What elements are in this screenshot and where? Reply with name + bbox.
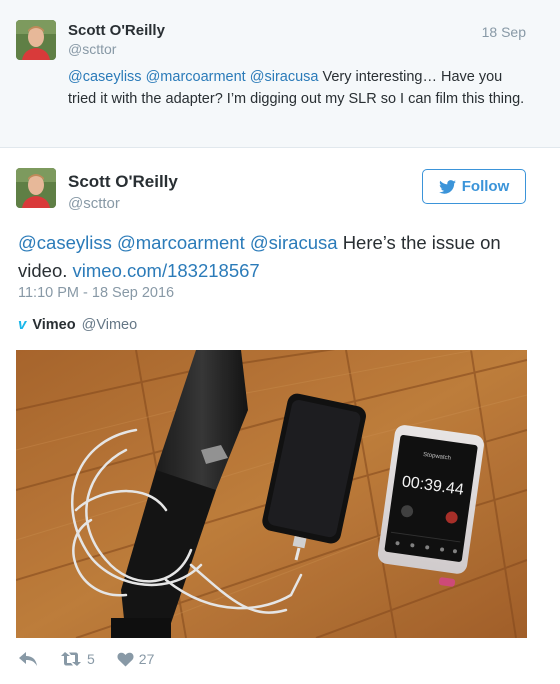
vimeo-icon: v [18, 316, 27, 333]
follow-label: Follow [461, 178, 510, 195]
video-frame-image: Stopwatch 00:39.44 [16, 350, 527, 638]
like-count: 27 [138, 651, 155, 667]
reply-icon [19, 652, 37, 666]
tweet-timestamp[interactable]: 11:10 PM - 18 Sep 2016 [18, 285, 174, 301]
parent-tweet-text: @caseyliss @marcoarment @siracusa Very i… [68, 66, 530, 110]
mention-link[interactable]: @siracusa [250, 232, 338, 253]
retweet-count: 5 [87, 651, 95, 667]
heart-icon [117, 652, 134, 666]
reply-button[interactable] [18, 651, 38, 667]
parent-avatar[interactable] [16, 20, 56, 60]
twitter-bird-icon [438, 179, 456, 194]
mention-link[interactable]: @caseyliss [68, 69, 142, 85]
mention-link[interactable]: @marcoarment [117, 232, 245, 253]
parent-author-name[interactable]: Scott O'Reilly [68, 22, 165, 39]
media-source[interactable]: v Vimeo @Vimeo [18, 316, 137, 333]
follow-button[interactable]: Follow [422, 169, 526, 204]
retweet-button[interactable]: 5 [60, 651, 95, 667]
mention-link[interactable]: @caseyliss [18, 232, 112, 253]
mention-link[interactable]: @siracusa [250, 69, 319, 85]
parent-date[interactable]: 18 Sep [482, 24, 526, 40]
main-tweet-text: @caseyliss @marcoarment @siracusa Here’s… [18, 229, 538, 285]
main-author-handle[interactable]: @scttor [68, 195, 120, 212]
parent-author-handle[interactable]: @scttor [68, 41, 116, 57]
parent-tweet: Scott O'Reilly @scttor 18 Sep @caseyliss… [0, 0, 560, 148]
source-handle: @Vimeo [81, 316, 138, 333]
main-author-name[interactable]: Scott O'Reilly [68, 172, 178, 192]
retweet-icon [61, 652, 81, 666]
video-thumbnail[interactable]: Stopwatch 00:39.44 [16, 350, 527, 638]
source-name: Vimeo [32, 316, 76, 333]
video-link[interactable]: vimeo.com/183218567 [73, 260, 260, 281]
main-avatar[interactable] [16, 168, 56, 208]
mention-link[interactable]: @marcoarment [146, 69, 246, 85]
like-button[interactable]: 27 [117, 651, 155, 667]
tweet-actions: 5 27 [18, 648, 176, 670]
